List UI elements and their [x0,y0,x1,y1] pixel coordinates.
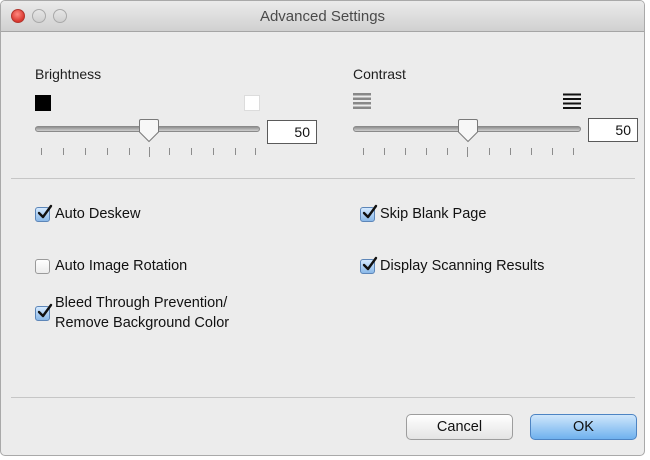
checkmark-icon [37,204,53,219]
display-scanning-results-checkbox[interactable] [360,256,378,274]
advanced-settings-window: Advanced Settings Brightness 50 Contrast… [0,0,645,456]
auto-image-rotation-checkbox[interactable] [35,259,50,274]
brightness-label: Brightness [35,66,102,82]
display-scanning-results-label[interactable]: Display Scanning Results [380,257,544,276]
title-bar: Advanced Settings [1,1,644,32]
skip-blank-page-checkbox[interactable] [360,204,378,222]
contrast-ticks [353,147,581,157]
black-square-icon [35,95,51,111]
auto-deskew-label[interactable]: Auto Deskew [55,205,140,224]
bleed-through-checkbox[interactable] [35,303,53,321]
contrast-label: Contrast [353,66,406,82]
checkmark-icon [37,303,53,318]
brightness-slider-thumb[interactable] [138,119,160,143]
bottom-separator [11,397,635,398]
auto-image-rotation-label[interactable]: Auto Image Rotation [55,257,187,276]
skip-blank-page-label[interactable]: Skip Blank Page [380,205,486,224]
brightness-value-field[interactable]: 50 [267,120,317,144]
auto-deskew-checkbox[interactable] [35,204,53,222]
window-title: Advanced Settings [259,8,386,25]
contrast-slider-thumb[interactable] [457,119,479,143]
checkmark-icon [362,256,378,271]
bleed-through-label-line1[interactable]: Bleed Through Prevention/ [55,294,227,313]
low-contrast-lines-icon [353,93,371,109]
high-contrast-lines-icon [563,93,581,109]
checkmark-icon [362,204,378,219]
ok-button[interactable]: OK [530,414,637,440]
cancel-button[interactable]: Cancel [406,414,513,440]
bleed-through-label-line2[interactable]: Remove Background Color [55,314,229,333]
brightness-ticks [35,147,260,157]
contrast-value-field[interactable]: 50 [588,118,638,142]
top-separator [11,178,635,179]
white-square-icon [244,95,260,111]
